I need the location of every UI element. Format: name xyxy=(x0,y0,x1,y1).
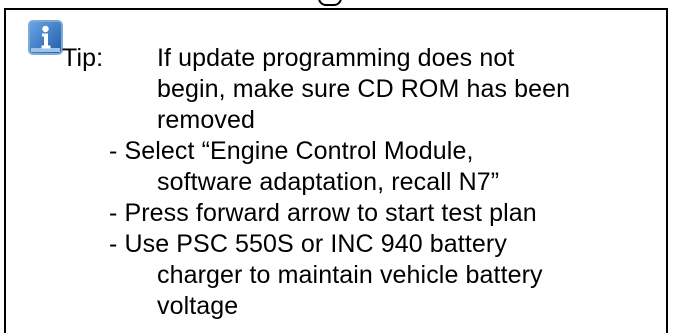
tip-label: Tip: xyxy=(62,44,104,72)
tip-text-line-2: begin, make sure CD ROM has been xyxy=(157,75,571,103)
bullet-2-line-1: - Press forward arrow to start test plan xyxy=(109,199,537,227)
tip-text-line-3: removed xyxy=(157,106,255,134)
tip-text-line-1: If update programming does not xyxy=(157,44,515,72)
bullet-3-line-2: charger to maintain vehicle battery xyxy=(157,261,543,289)
bullet-1-line-1: - Select “Engine Control Module, xyxy=(109,137,474,165)
info-icon xyxy=(28,20,63,55)
bullet-3-line-1: - Use PSC 550S or INC 940 battery xyxy=(109,230,507,258)
bullet-1-line-2: software adaptation, recall N7” xyxy=(157,168,500,196)
bullet-3-line-3: voltage xyxy=(157,292,239,320)
tip-box: Tip: If update programming does not begi… xyxy=(4,8,668,333)
top-connector xyxy=(318,0,342,6)
